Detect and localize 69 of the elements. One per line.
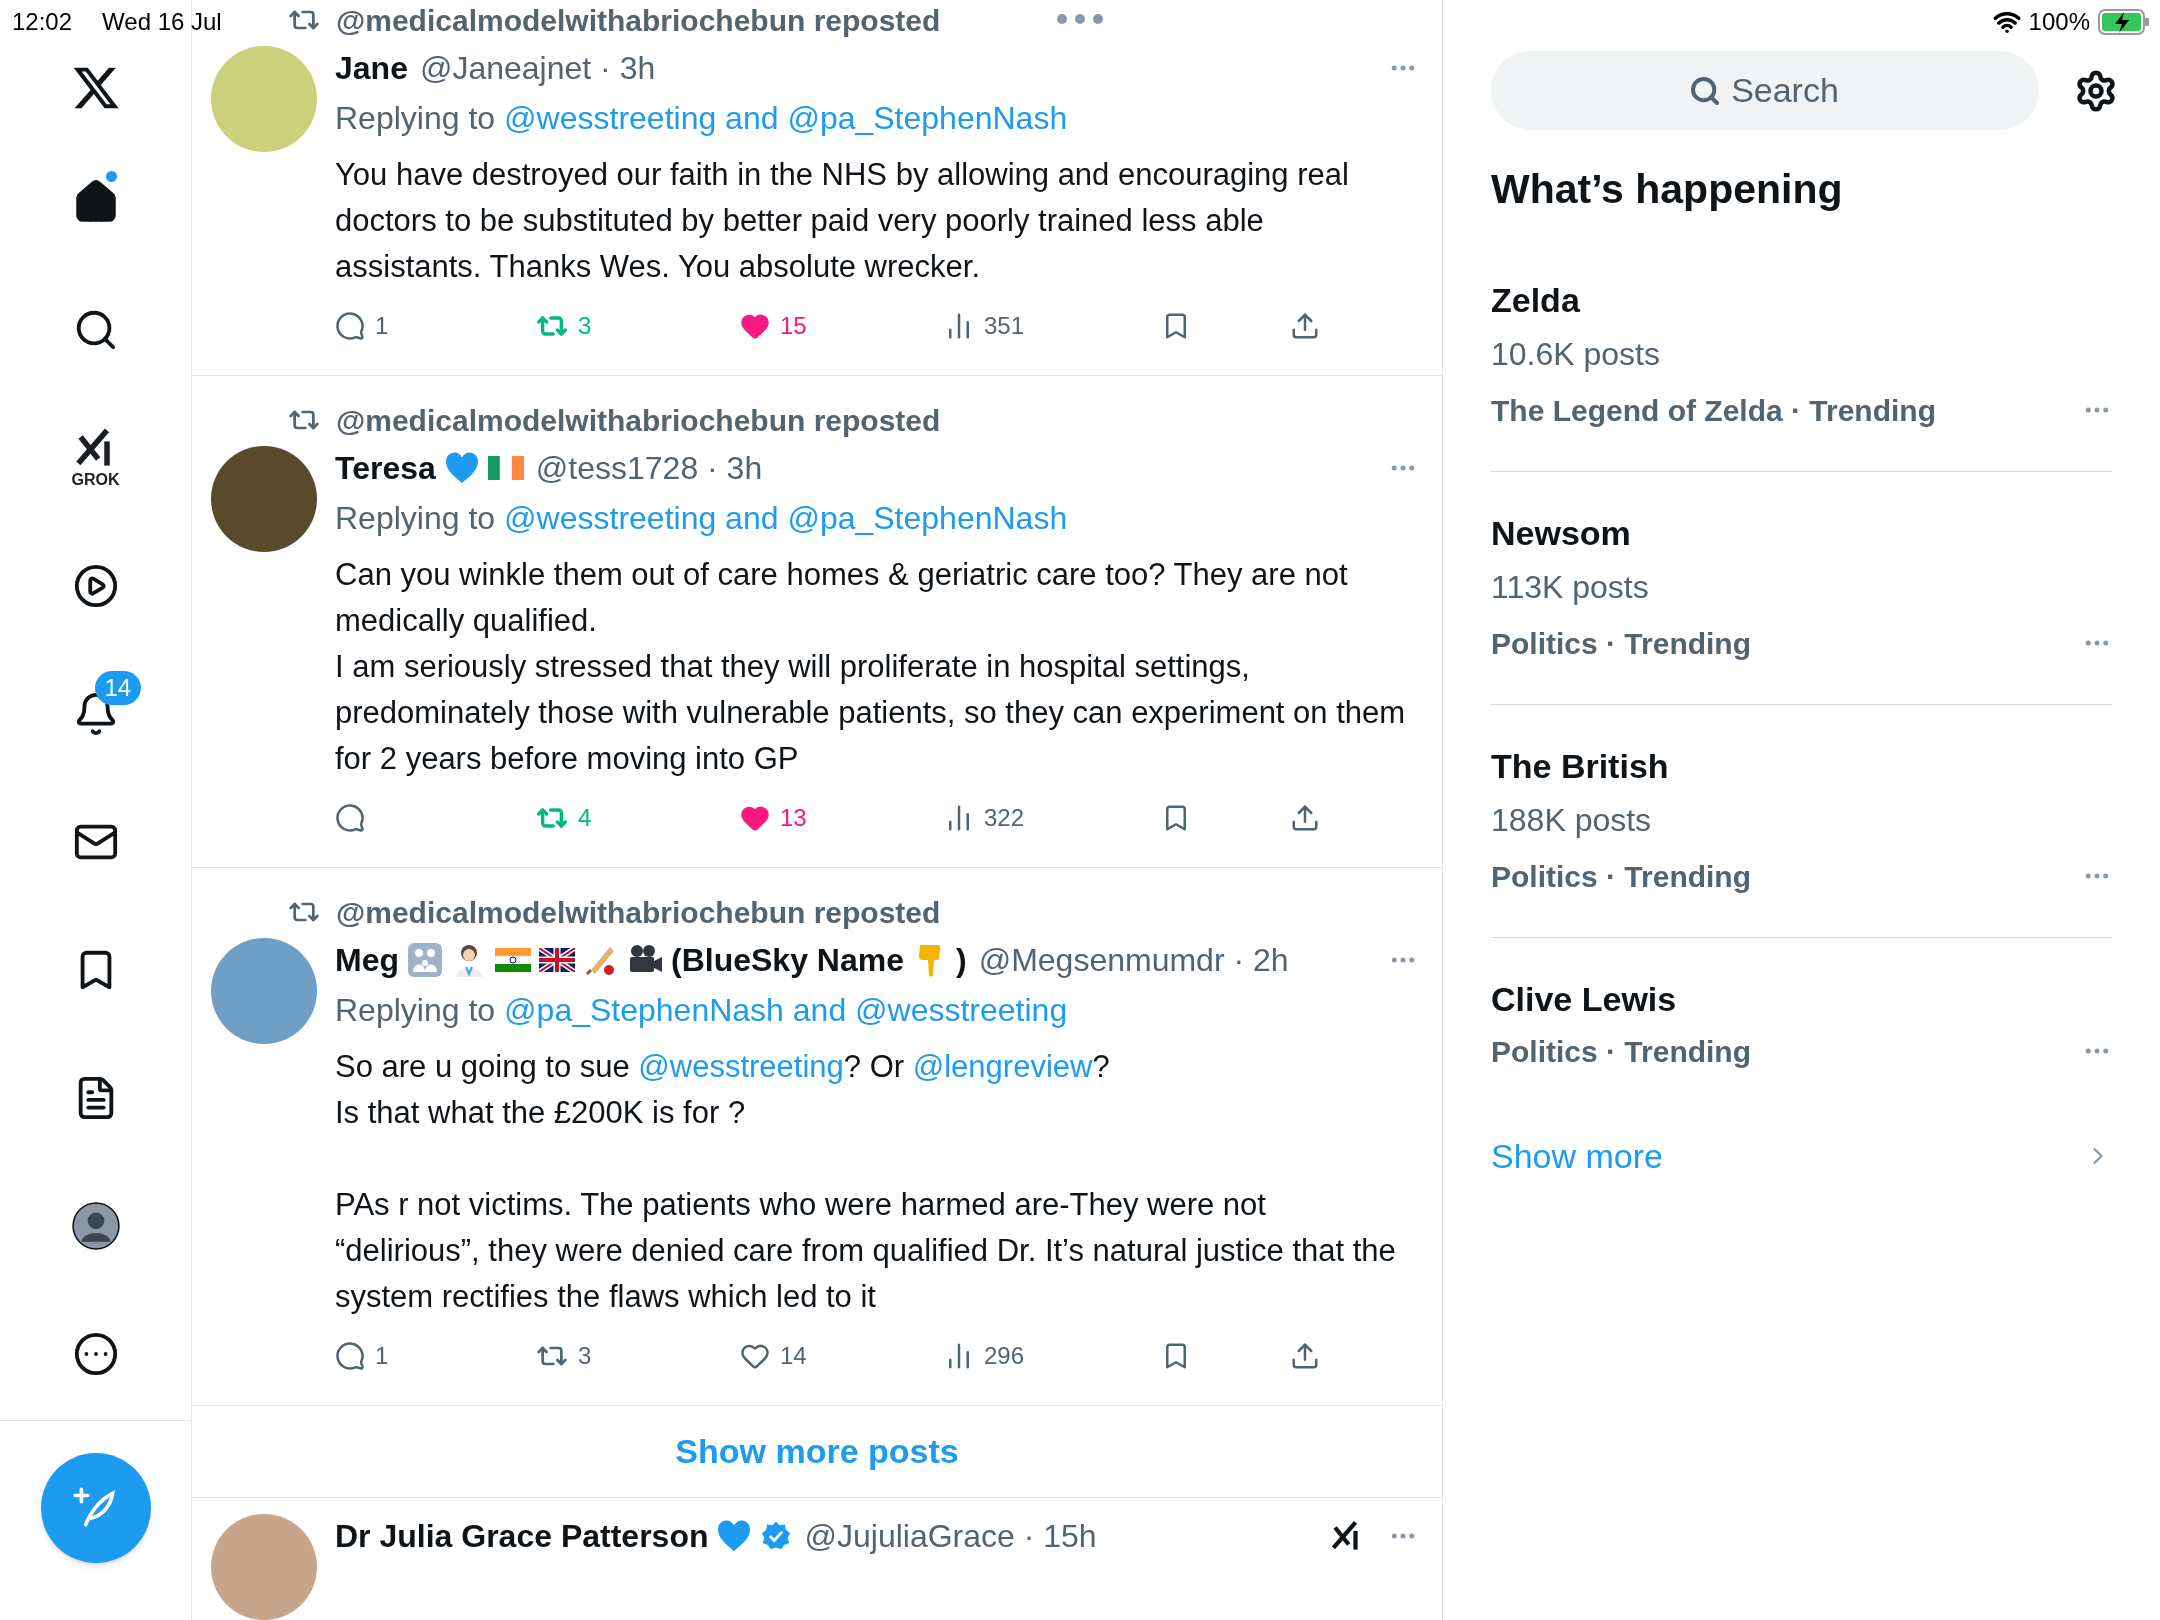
tweet-text: Can you winkle them out of care homes & geriatric care too? They are not medically qualified. <box>335 556 1349 640</box>
battery-icon <box>2098 9 2150 35</box>
flag-icon <box>539 948 575 972</box>
views-button[interactable]: 351 <box>944 308 1161 344</box>
reposted-by-text: @medicalmodelwithabriochebun reposted <box>336 402 941 439</box>
speech-bubble-icon <box>335 311 365 341</box>
display-name: Dr Julia Grace Patterson <box>335 1517 709 1556</box>
trend-post-count: 113K posts <box>1491 568 1650 607</box>
reply-button[interactable]: 1 <box>335 308 536 344</box>
trend-post-count: 188K posts <box>1491 801 1653 840</box>
views-button[interactable]: 296 <box>944 1338 1161 1374</box>
reposted-by-text: @medicalmodelwithabriochebun reposted <box>336 894 941 931</box>
flag-icon <box>495 948 531 972</box>
grok-button[interactable]: GROK <box>71 426 120 490</box>
trend-post-count: 10.6K posts <box>1491 335 1661 374</box>
trend-title[interactable]: Zelda <box>1491 279 2112 321</box>
trend-category: Politics · Trending <box>1491 1033 1752 1070</box>
battery-percent: 100% <box>2028 7 2090 37</box>
handle-and-time: @JujuliaGrace · 15h <box>804 1517 1097 1556</box>
status-date: Wed 16 Jul <box>102 7 222 37</box>
tweet-text: PAs r not victims. The patients who were harmed are-They were not “delirious”, they were denied care from qualified Dr. It’s natural justice that the system rectifies the flaws which led to it <box>335 1186 1397 1316</box>
display-name: (BlueSky Name <box>671 941 904 980</box>
section-heading: What’s happening <box>1491 165 1844 214</box>
share-icon[interactable] <box>1290 1341 1320 1371</box>
trend-category: The Legend of Zelda · Trending <box>1491 392 1936 429</box>
trend-title[interactable]: Clive Lewis <box>1491 978 2112 1020</box>
handle-and-time: @Megsenmumdr · 2h <box>978 941 1289 980</box>
family-icon <box>407 942 443 978</box>
profile-avatar-icon[interactable] <box>70 1201 121 1251</box>
trend-category: Politics · Trending <box>1491 625 1752 662</box>
multitasking-dots-icon[interactable] <box>1056 13 1104 25</box>
trend-title[interactable]: The British <box>1491 745 2112 787</box>
more-icon[interactable] <box>72 1331 119 1377</box>
display-name: Jane <box>335 49 408 88</box>
status-time: 12:02 <box>12 7 73 37</box>
like-button[interactable]: 15 <box>740 308 944 344</box>
flag-icon <box>487 456 524 480</box>
like-button[interactable]: 13 <box>740 800 944 836</box>
heart-icon <box>443 450 480 486</box>
tweet-text: I am seriously stressed that they will proliferate in hospital settings, predominately those with vulnerable patients, so they can experiment on them for 2 years before moving into GP <box>335 648 1407 778</box>
settings-icon[interactable] <box>2074 68 2118 113</box>
tweet-text: You have destroyed our faith in the NHS by allowing and encouraging real doctors to be substituted by better paid very poorly trained less able assistants. Thanks Wes. You absolute wrecker. <box>335 156 1350 286</box>
tweet-text: So are u going to sue @wesstreeting? Or @lengreview? <box>335 1048 1111 1086</box>
replying-to-label: Replying to <box>335 991 496 1030</box>
share-icon[interactable] <box>1290 311 1320 341</box>
share-icon[interactable] <box>1290 803 1320 833</box>
repost-button[interactable]: 3 <box>536 1338 740 1374</box>
speech-bubble-icon <box>335 1341 365 1371</box>
speech-bubble-icon <box>335 803 365 833</box>
trend-title[interactable]: Newsom <box>1491 512 2112 554</box>
display-name: ) <box>956 941 967 980</box>
verified-badge-icon <box>760 1520 793 1552</box>
like-button[interactable]: 14 <box>740 1338 944 1374</box>
display-name: Teresa <box>335 449 436 488</box>
search-icon <box>1689 75 1721 107</box>
handle-and-time: @tess1728 · 3h <box>535 449 763 488</box>
display-name: Meg <box>335 941 399 980</box>
search-field[interactable]: Search <box>1491 51 2039 130</box>
play-icon[interactable] <box>72 563 119 609</box>
replying-to-label: Replying to <box>335 99 496 138</box>
trend-category: Politics · Trending <box>1491 858 1752 895</box>
views-button[interactable]: 322 <box>944 800 1161 836</box>
notification-badge: 14 <box>94 671 142 705</box>
heart-icon <box>716 1518 753 1554</box>
reposted-by-text: @medicalmodelwithabriochebun reposted <box>336 2 941 39</box>
handle-and-time: @Janeajnet · 3h <box>419 49 656 88</box>
replying-to-label: Replying to <box>335 499 496 538</box>
reply-button[interactable]: 1 <box>335 1338 536 1374</box>
tweet-text: Is that what the £200K is for ? <box>335 1094 747 1132</box>
